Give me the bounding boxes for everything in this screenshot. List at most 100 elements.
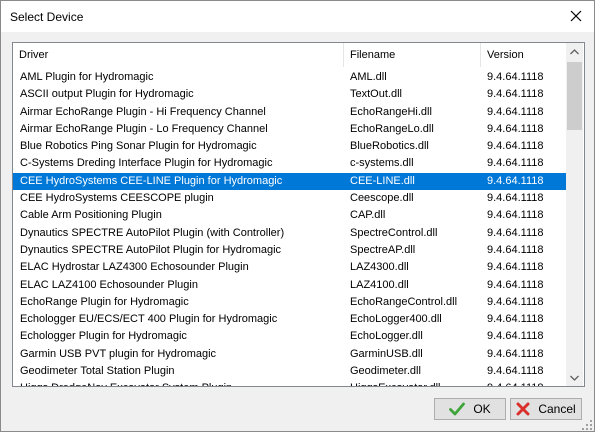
table-row[interactable]: Airmar EchoRange Plugin - Lo Frequency C…: [13, 121, 567, 138]
version-cell: 9.4.64.1118: [487, 295, 544, 308]
version-cell: 9.4.64.1118: [487, 365, 544, 378]
version-cell: 9.4.64.1118: [487, 313, 544, 326]
table-row[interactable]: Airmar EchoRange Plugin - Hi Frequency C…: [13, 104, 567, 121]
scroll-up-arrow-icon: [570, 48, 579, 54]
table-row[interactable]: Blue Robotics Ping Sonar Plugin for Hydr…: [13, 138, 567, 155]
filename-cell: TextOut.dll: [350, 88, 402, 101]
version-cell: 9.4.64.1118: [487, 226, 544, 239]
filename-cell: EchoRangeControl.dll: [350, 295, 458, 308]
driver-cell: CEE HydroSystems CEE-LINE Plugin for Hyd…: [20, 174, 283, 187]
version-cell: 9.4.64.1118: [487, 261, 544, 274]
driver-cell: Airmar EchoRange Plugin - Lo Frequency C…: [20, 122, 268, 135]
select-device-dialog: Select Device Driver Filename Version AM…: [0, 0, 595, 432]
version-cell: 9.4.64.1118: [487, 140, 544, 153]
column-header-label: Version: [487, 49, 524, 61]
title-bar: Select Device: [1, 1, 594, 32]
driver-cell: ASCII output Plugin for Hydromagic: [20, 88, 194, 101]
driver-cell: Higgs DredgeNav Excavator System Plugin: [20, 380, 345, 386]
ok-button-label: OK: [473, 402, 491, 416]
driver-cell: Garmin USB PVT plugin for Hydromagic: [20, 347, 217, 360]
driver-cell: AML Plugin for Hydromagic: [20, 71, 154, 83]
table-row[interactable]: ASCII output Plugin for Hydromagic TextOu…: [13, 86, 567, 103]
scroll-down-arrow-icon: [570, 375, 579, 381]
dialog-title: Select Device: [10, 10, 84, 24]
table-row[interactable]: C-Systems Dreding Interface Plugin for H…: [13, 155, 567, 172]
column-header-label: Driver: [19, 49, 49, 61]
filename-cell: EchoRangeLo.dll: [350, 122, 434, 135]
filename-cell: EchoRangeHi.dll: [350, 105, 432, 118]
driver-cell: Echologger Plugin for Hydromagic: [20, 330, 187, 343]
driver-cell: EchoRange Plugin for Hydromagic: [20, 295, 189, 308]
version-cell: 9.4.64.1118: [487, 209, 544, 222]
close-icon: [570, 10, 582, 22]
scroll-down-button[interactable]: [566, 369, 583, 386]
close-button[interactable]: [561, 3, 591, 29]
filename-cell: c-systems.dll: [350, 157, 414, 170]
table-row[interactable]: Dynautics SPECTRE AutoPilot Plugin for H…: [13, 242, 567, 259]
version-cell: 9.4.64.1118: [487, 88, 544, 101]
version-cell: 9.4.64.1118: [487, 192, 544, 205]
version-cell: 9.4.64.1118: [487, 330, 544, 343]
list-header: Driver Filename Version: [13, 43, 567, 68]
driver-cell: CEE HydroSystems CEESCOPE plugin: [20, 192, 214, 205]
column-header-filename[interactable]: Filename: [344, 43, 481, 67]
ok-button[interactable]: OK: [434, 398, 506, 420]
table-row[interactable]: ELAC LAZ4100 Echosounder Plugin LAZ4100.d…: [13, 277, 567, 294]
table-row[interactable]: CEE HydroSystems CEE-LINE Plugin for Hyd…: [13, 172, 567, 191]
resize-grip-icon[interactable]: [581, 419, 593, 431]
version-cell: 9.4.64.1118: [487, 347, 544, 360]
table-row[interactable]: CEE HydroSystems CEESCOPE plugin Ceescope…: [13, 190, 567, 207]
check-icon: [449, 402, 466, 416]
table-row[interactable]: Higgs DredgeNav Excavator System Plugin H…: [13, 380, 567, 386]
version-cell: 9.4.64.1118: [487, 105, 544, 118]
driver-cell: C-Systems Dreding Interface Plugin for H…: [20, 157, 273, 170]
driver-cell: Airmar EchoRange Plugin - Hi Frequency C…: [20, 105, 266, 118]
filename-cell: GarminUSB.dll: [350, 347, 423, 360]
driver-cell: Echologger EU/ECS/ECT 400 Plugin for Hyd…: [20, 313, 278, 326]
scroll-thumb[interactable]: [567, 62, 582, 130]
filename-cell: CAP.dll: [350, 209, 386, 222]
filename-cell: EchoLogger400.dll: [350, 313, 442, 326]
column-header-label: Filename: [350, 49, 396, 61]
driver-cell: Dynautics SPECTRE AutoPilot Plugin (with…: [20, 226, 285, 239]
driver-cell: ELAC LAZ4100 Echosounder Plugin: [20, 278, 198, 291]
table-row[interactable]: Geodimeter Total Station Plugin Geodimete…: [13, 363, 567, 380]
table-row[interactable]: ELAC Hydrostar LAZ4300 Echosounder Plugi…: [13, 259, 567, 276]
version-cell: 9.4.64.1118: [487, 174, 544, 187]
cancel-button[interactable]: Cancel: [510, 398, 582, 420]
table-row[interactable]: Echologger Plugin for Hydromagic EchoLogg…: [13, 328, 567, 345]
driver-cell: Blue Robotics Ping Sonar Plugin for Hydr…: [20, 140, 257, 153]
table-row[interactable]: AML Plugin for Hydromagic AML.dll 9.4.64.1…: [13, 69, 567, 86]
filename-cell: BlueRobotics.dll: [350, 140, 429, 153]
table-row[interactable]: Cable Arm Positioning Plugin CAP.dll 9.4.6…: [13, 207, 567, 224]
version-cell: 9.4.64.1118: [487, 380, 567, 386]
version-cell: 9.4.64.1118: [487, 157, 544, 170]
device-list[interactable]: Driver Filename Version AML Plugin for H…: [12, 42, 585, 387]
filename-cell: CEE-LINE.dll: [350, 174, 415, 187]
filename-cell: Ceescope.dll: [350, 192, 414, 205]
x-icon: [516, 402, 530, 416]
vertical-scrollbar[interactable]: [566, 43, 583, 386]
filename-cell: SpectreControl.dll: [350, 226, 438, 239]
filename-cell: SpectreAP.dll: [350, 243, 416, 256]
table-row[interactable]: Garmin USB PVT plugin for Hydromagic Garm…: [13, 346, 567, 363]
driver-cell: Dynautics SPECTRE AutoPilot Plugin for H…: [20, 243, 282, 256]
table-row[interactable]: Echologger EU/ECS/ECT 400 Plugin for Hyd…: [13, 311, 567, 328]
version-cell: 9.4.64.1118: [487, 122, 544, 135]
filename-cell: AML.dll: [350, 71, 387, 83]
scroll-up-button[interactable]: [566, 43, 583, 60]
version-cell: 9.4.64.1118: [487, 71, 544, 83]
column-header-driver[interactable]: Driver: [13, 43, 344, 67]
filename-cell: EchoLogger.dll: [350, 330, 423, 343]
driver-cell: Geodimeter Total Station Plugin: [20, 365, 175, 378]
table-row[interactable]: EchoRange Plugin for Hydromagic EchoRange…: [13, 294, 567, 311]
version-cell: 9.4.64.1118: [487, 243, 544, 256]
filename-cell: HiggsExcavator.dll: [350, 380, 480, 386]
column-header-version[interactable]: Version: [481, 43, 567, 67]
driver-cell: ELAC Hydrostar LAZ4300 Echosounder Plugi…: [20, 261, 249, 274]
table-row[interactable]: Dynautics SPECTRE AutoPilot Plugin (with…: [13, 225, 567, 242]
list-rows: AML Plugin for Hydromagic AML.dll 9.4.64.1…: [13, 69, 567, 386]
filename-cell: LAZ4300.dll: [350, 261, 409, 274]
filename-cell: LAZ4100.dll: [350, 278, 409, 291]
filename-cell: Geodimeter.dll: [350, 365, 421, 378]
